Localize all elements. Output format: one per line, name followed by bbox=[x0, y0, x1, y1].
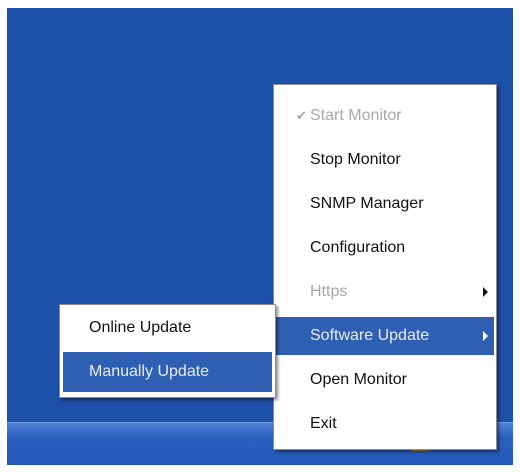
software-update-submenu: Online Update Manually Update bbox=[59, 304, 276, 398]
menu-item-label: Open Monitor bbox=[310, 371, 407, 388]
menu-item-label: Start Monitor bbox=[310, 107, 402, 124]
menu-item-label: Exit bbox=[310, 415, 337, 432]
menu-item-label: Configuration bbox=[310, 239, 406, 256]
submenu-item-online-update[interactable]: Online Update bbox=[63, 308, 272, 348]
menu-item-open-monitor[interactable]: Open Monitor bbox=[276, 361, 494, 399]
submenu-item-manually-update[interactable]: Manually Update bbox=[63, 352, 272, 392]
menu-item-configuration[interactable]: Configuration bbox=[276, 229, 494, 267]
desktop-background: ✔ Start Monitor Stop Monitor SNMP Manage… bbox=[7, 8, 513, 465]
menu-item-snmp-manager[interactable]: SNMP Manager bbox=[276, 185, 494, 223]
menu-item-exit[interactable]: Exit bbox=[276, 405, 494, 443]
submenu-arrow-icon bbox=[483, 287, 488, 297]
submenu-arrow-icon bbox=[483, 331, 488, 341]
submenu-item-label: Manually Update bbox=[89, 363, 210, 380]
menu-item-label: Stop Monitor bbox=[310, 151, 401, 168]
menu-item-stop-monitor[interactable]: Stop Monitor bbox=[276, 141, 494, 179]
menu-item-start-monitor[interactable]: ✔ Start Monitor bbox=[276, 97, 494, 135]
menu-item-https[interactable]: Https bbox=[276, 273, 494, 311]
menu-item-label: Https bbox=[310, 283, 348, 300]
menu-item-software-update[interactable]: Software Update bbox=[276, 317, 494, 355]
menu-item-label: SNMP Manager bbox=[310, 195, 424, 212]
tray-context-menu: ✔ Start Monitor Stop Monitor SNMP Manage… bbox=[273, 84, 497, 450]
check-icon: ✔ bbox=[296, 108, 307, 123]
submenu-item-label: Online Update bbox=[89, 319, 192, 336]
menu-item-label: Software Update bbox=[310, 327, 430, 344]
